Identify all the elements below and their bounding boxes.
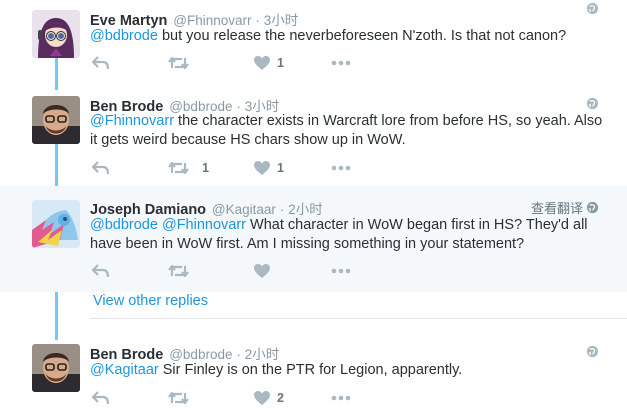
- tweet-text: @Fhinnovarr the character exists in Warc…: [90, 112, 610, 150]
- tweet-header: Eve Martyn @Fhinnovarr · 3小时: [90, 9, 298, 29]
- tweet-body: Sir Finley is on the PTR for Legion, app…: [158, 362, 463, 378]
- mention-link[interactable]: @Fhinnovarr: [162, 217, 246, 233]
- like-icon[interactable]: [254, 264, 270, 280]
- retweet-icon[interactable]: [168, 56, 189, 72]
- tweet-header: Joseph Damiano @Kagitaar · 2小时: [90, 198, 323, 218]
- retweet-icon[interactable]: [168, 391, 189, 407]
- more-icon[interactable]: [331, 56, 351, 72]
- avatar[interactable]: [32, 96, 80, 144]
- globe-icon: [586, 201, 599, 214]
- mention-link[interactable]: @bdbrode: [90, 217, 158, 233]
- tweet-header: Ben Brode @bdbrode · 2小时: [90, 343, 279, 363]
- tweet[interactable]: Joseph Damiano @Kagitaar · 2小时 查看翻译 @bdb…: [0, 186, 627, 292]
- avatar[interactable]: [32, 200, 80, 248]
- globe-icon: [586, 97, 599, 110]
- tweet-text: @bdbrode @Fhinnovarr What character in W…: [90, 216, 610, 254]
- tweet[interactable]: Ben Brode @bdbrode · 2小时 @Kagitaar Sir F…: [0, 334, 627, 419]
- retweet-icon[interactable]: [168, 264, 189, 280]
- like-count: 1: [277, 56, 284, 70]
- translate-link[interactable]: 查看翻译: [531, 198, 583, 217]
- handle[interactable]: @Kagitaar: [212, 202, 276, 217]
- reply-icon[interactable]: [92, 264, 109, 280]
- like-icon[interactable]: [254, 391, 270, 407]
- globe-icon: [586, 345, 599, 358]
- more-icon[interactable]: [331, 161, 351, 177]
- tweet[interactable]: Eve Martyn @Fhinnovarr · 3小时 @bdbrode bu…: [0, 0, 627, 86]
- reply-icon[interactable]: [92, 161, 109, 177]
- tweet-text: @bdbrode but you release the neverbefore…: [90, 27, 610, 46]
- timestamp[interactable]: 2小时: [288, 202, 323, 217]
- reply-icon[interactable]: [92, 391, 109, 407]
- mention-link[interactable]: @Kagitaar: [90, 362, 159, 378]
- retweet-count: 1: [202, 161, 209, 175]
- more-icon[interactable]: [331, 264, 351, 280]
- tweet-text: @Kagitaar Sir Finley is on the PTR for L…: [90, 361, 610, 380]
- more-icon[interactable]: [331, 391, 351, 407]
- view-other-replies-link[interactable]: View other replies: [93, 293, 208, 309]
- mention-link[interactable]: @Fhinnovarr: [90, 113, 174, 129]
- globe-icon: [586, 2, 599, 15]
- divider: [90, 318, 627, 319]
- separator: ·: [279, 202, 285, 217]
- separator: ·: [236, 347, 241, 362]
- avatar[interactable]: [32, 344, 80, 392]
- like-count: 1: [277, 161, 284, 175]
- like-count: 2: [277, 391, 284, 405]
- retweet-icon[interactable]: [168, 161, 189, 177]
- tweet-body: but you release the neverbeforeseen N'zo…: [157, 28, 567, 44]
- mention-link[interactable]: @bdbrode: [90, 28, 158, 44]
- like-icon[interactable]: [254, 161, 270, 177]
- timestamp[interactable]: 2小时: [245, 347, 280, 362]
- tweet[interactable]: Ben Brode @bdbrode · 3小时 @Fhinnovarr the…: [0, 86, 627, 186]
- reply-icon[interactable]: [92, 56, 109, 72]
- separator: ·: [255, 13, 260, 28]
- avatar[interactable]: [32, 10, 80, 58]
- handle[interactable]: @bdbrode: [169, 347, 232, 362]
- timestamp[interactable]: 3小时: [264, 13, 299, 28]
- like-icon[interactable]: [254, 56, 270, 72]
- handle[interactable]: @Fhinnovarr: [173, 13, 251, 28]
